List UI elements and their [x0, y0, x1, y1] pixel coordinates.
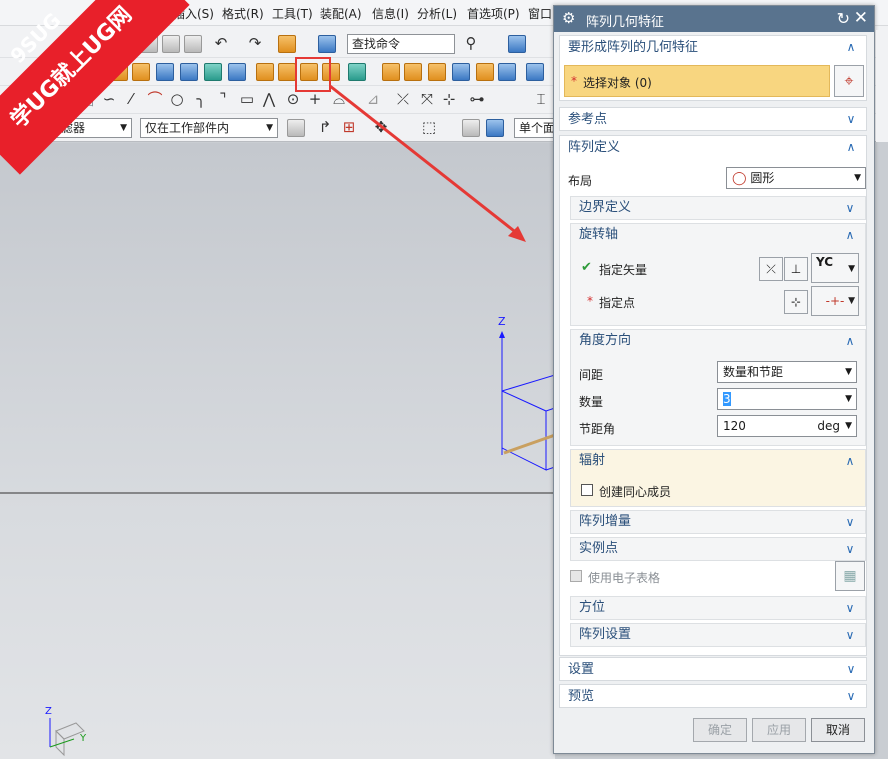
specify-vector-label: 指定矢量 [599, 263, 648, 277]
settings-header[interactable]: 设置 ∨ [560, 658, 866, 682]
angle-direction-header[interactable]: 角度方向 ∧ [571, 330, 865, 354]
close-icon[interactable]: ✕ [854, 8, 868, 28]
count-input[interactable]: 3 ▼ [717, 388, 857, 410]
reverse-direction-icon[interactable]: ⤫ [759, 257, 783, 281]
dialog-title: 阵列几何特征 [586, 15, 665, 30]
array-settings-subsection: 阵列设置 ∨ [570, 623, 866, 647]
spreadsheet-label: 使用电子表格 [588, 571, 661, 585]
reference-point-section: 参考点 ∨ [559, 107, 867, 131]
apply-button[interactable]: 应用 [752, 718, 806, 742]
boundary-header[interactable]: 边界定义 ∨ [571, 197, 865, 221]
triad-y-label: Y [80, 733, 87, 744]
boundary-subsection: 边界定义 ∨ [570, 196, 866, 220]
chevron-down-icon: ∨ [846, 689, 856, 703]
rotation-axis-header[interactable]: 旋转轴 ∧ [571, 224, 865, 248]
count-label: 数量 [579, 395, 604, 409]
concentric-checkbox[interactable] [581, 484, 593, 496]
radiation-header[interactable]: 辐射 ∧ [571, 450, 865, 474]
chevron-down-icon: ∨ [846, 112, 856, 126]
vector-dialog-icon[interactable]: ⊥ [784, 257, 808, 281]
chevron-down-icon: ∨ [846, 662, 856, 676]
array-definition-section: 阵列定义 ∧ 布局 ◯ 圆形 ▼ 边界定义 ∨ 旋转轴 ∧ ✔ 指定矢量 ⤫ ⊥ YC ▼… [559, 135, 867, 656]
spreadsheet-checkbox[interactable] [570, 570, 582, 582]
select-object-row[interactable]: * 选择对象 (0) [564, 65, 830, 97]
radiation-subsection: 辐射 ∧ 创建同心成员 [570, 449, 866, 507]
chevron-up-icon: ∧ [845, 228, 855, 242]
chevron-down-icon: ∨ [845, 515, 855, 529]
array-definition-header[interactable]: 阵列定义 ∧ [560, 136, 866, 160]
concentric-label: 创建同心成员 [599, 485, 672, 499]
angle-direction-subsection: 角度方向 ∧ 间距 数量和节距 ▼ 数量 3 ▼ 节距角 120 deg ▼ [570, 329, 866, 446]
z-axis-label: Z [498, 315, 506, 328]
pitch-angle-input[interactable]: 120 deg ▼ [717, 415, 857, 437]
chevron-up-icon: ∧ [846, 40, 856, 54]
spreadsheet-icon[interactable]: ▦ [835, 561, 865, 591]
check-icon: ✔ [581, 260, 592, 275]
chevron-down-icon: ∨ [845, 201, 855, 215]
spacing-select[interactable]: 数量和节距 ▼ [717, 361, 857, 383]
pitch-angle-label: 节距角 [579, 422, 616, 436]
layout-label: 布局 [568, 174, 593, 188]
increment-header[interactable]: 阵列增量 ∨ [571, 511, 865, 535]
orientation-header[interactable]: 方位 ∨ [571, 597, 865, 621]
reference-point-header[interactable]: 参考点 ∨ [560, 108, 866, 132]
crosshair-select-icon[interactable]: ⌖ [834, 65, 864, 97]
instance-points-subsection: 实例点 ∨ [570, 537, 866, 561]
reset-icon[interactable]: ↻ [837, 9, 850, 28]
ok-button[interactable]: 确定 [693, 718, 747, 742]
layout-select[interactable]: ◯ 圆形 ▼ [726, 167, 866, 189]
instance-points-header[interactable]: 实例点 ∨ [571, 538, 865, 562]
annotation-arrow [295, 57, 526, 242]
rotation-axis-subsection: 旋转轴 ∧ ✔ 指定矢量 ⤫ ⊥ YC ▼ * 指定点 ⊹ -+- ▼ [570, 223, 866, 326]
required-marker: * [587, 294, 593, 308]
preview-header[interactable]: 预览 ∨ [560, 685, 866, 709]
pattern-geometry-dialog: ⚙ 阵列几何特征 ↻ ✕ 要形成阵列的几何特征 ∧ * 选择对象 (0) ⌖ 参考… [553, 5, 875, 754]
specify-point-label: 指定点 [599, 296, 636, 310]
chevron-down-icon: ∨ [845, 601, 855, 615]
gear-icon: ⚙ [562, 9, 576, 27]
chevron-up-icon: ∧ [845, 334, 855, 348]
select-object-label: 选择对象 (0) [583, 76, 652, 90]
preview-section: 预览 ∨ [559, 684, 867, 708]
triad-z-label: Z [45, 706, 52, 717]
chevron-up-icon: ∧ [846, 140, 856, 154]
chevron-up-icon: ∧ [845, 454, 855, 468]
toolbar-overflow [876, 30, 888, 142]
settings-section: 设置 ∨ [559, 657, 867, 681]
geometry-section-header[interactable]: 要形成阵列的几何特征 ∧ [560, 36, 866, 60]
chevron-down-icon: ∨ [845, 542, 855, 556]
array-settings-header[interactable]: 阵列设置 ∨ [571, 624, 865, 648]
vector-type-select[interactable]: YC ▼ [811, 253, 859, 283]
circle-layout-icon: ◯ [732, 171, 747, 186]
chevron-down-icon: ∨ [845, 628, 855, 642]
point-dialog-icon[interactable]: ⊹ [784, 290, 808, 314]
orientation-subsection: 方位 ∨ [570, 596, 866, 620]
geometry-section: 要形成阵列的几何特征 ∧ * 选择对象 (0) ⌖ [559, 35, 867, 101]
pitch-unit: deg [817, 419, 840, 433]
increment-subsection: 阵列增量 ∨ [570, 510, 866, 534]
required-marker: * [571, 74, 577, 88]
point-type-select[interactable]: -+- ▼ [811, 286, 859, 316]
dialog-title-bar[interactable]: ⚙ 阵列几何特征 ↻ ✕ [554, 6, 874, 32]
cancel-button[interactable]: 取消 [811, 718, 865, 742]
spacing-label: 间距 [579, 368, 604, 382]
